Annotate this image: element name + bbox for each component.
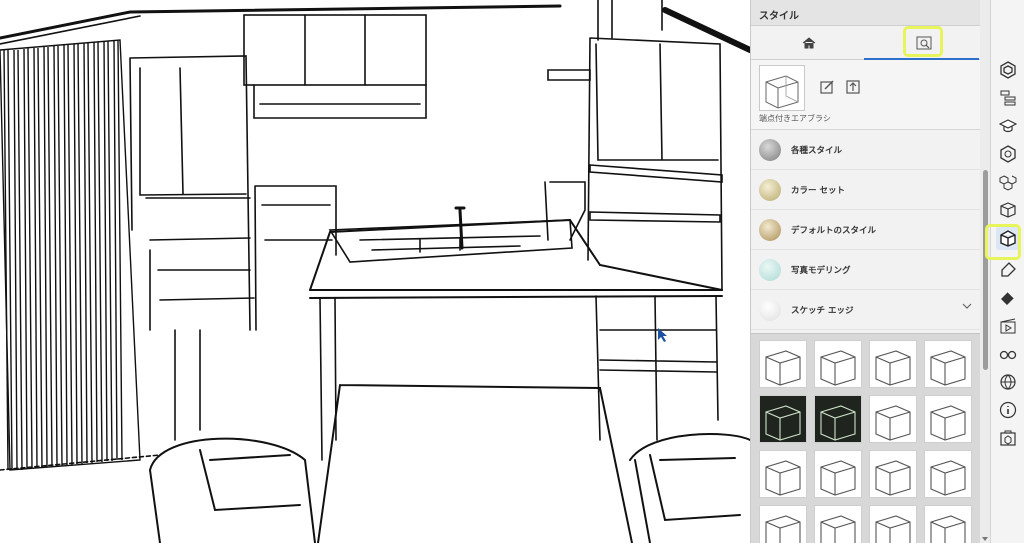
collection-label: デフォルトのスタイル — [791, 225, 877, 236]
collection-label: 各種スタイル — [791, 145, 843, 156]
info-icon[interactable] — [996, 398, 1020, 422]
style-thumbnail-grid — [751, 333, 980, 543]
style-thumbnail[interactable] — [869, 340, 917, 388]
browse-styles-icon — [916, 36, 931, 50]
tab-browse[interactable] — [866, 26, 980, 60]
scroll-down-arrow[interactable] — [982, 537, 988, 541]
collection-label: カラー セット — [791, 185, 845, 196]
style-thumbnail[interactable] — [814, 505, 862, 543]
styles-panel: スタイル 端点付きエアブラシ 各種スタイル カラー セット デフォルトのスタイル… — [750, 0, 980, 543]
shadows-icon[interactable] — [996, 370, 1020, 394]
style-thumbnail[interactable] — [924, 340, 972, 388]
chevron-down-icon[interactable] — [962, 303, 972, 309]
style-sphere-icon — [759, 138, 781, 161]
soften-edges-icon[interactable] — [996, 286, 1020, 310]
display-icon[interactable] — [996, 342, 1020, 366]
materials-icon[interactable] — [996, 170, 1020, 194]
style-thumbnail[interactable] — [869, 450, 917, 498]
default-style-icon — [759, 218, 781, 241]
outliner-icon[interactable] — [996, 86, 1020, 110]
style-thumbnail[interactable] — [924, 395, 972, 443]
export-style-icon[interactable] — [845, 79, 861, 95]
model-viewport[interactable] — [0, 0, 750, 543]
style-thumbnail[interactable] — [759, 505, 807, 543]
panel-title: スタイル — [751, 0, 980, 26]
panel-tabs — [751, 26, 980, 60]
collection-label: 写真モデリング — [791, 265, 851, 276]
color-set-icon — [759, 178, 781, 201]
collection-item[interactable]: デフォルトのスタイル — [751, 210, 980, 250]
tab-home[interactable] — [751, 26, 866, 60]
collection-label: スケッチ エッジ — [791, 305, 854, 316]
cube-preview-icon — [765, 75, 799, 109]
components-icon[interactable] — [996, 142, 1020, 166]
edit-style-icon[interactable] — [819, 79, 835, 95]
instructor-icon[interactable] — [996, 114, 1020, 138]
3d-warehouse-icon[interactable] — [996, 58, 1020, 82]
style-thumbnail[interactable] — [869, 395, 917, 443]
style-thumbnail[interactable] — [869, 505, 917, 543]
collection-item[interactable]: カラー セット — [751, 170, 980, 210]
collection-item[interactable]: 写真モデリング — [751, 250, 980, 290]
collection-item-expanded[interactable]: スケッチ エッジ — [751, 290, 980, 330]
tool-tray — [985, 0, 1024, 543]
sketch-edge-icon — [759, 298, 781, 321]
home-icon — [802, 37, 815, 49]
panel-scrollbar[interactable] — [980, 0, 990, 543]
kitchen-sketch-drawing — [0, 0, 750, 543]
style-thumbnail[interactable] — [759, 450, 807, 498]
style-thumbnail[interactable] — [924, 450, 972, 498]
style-thumbnail[interactable] — [814, 395, 862, 443]
current-style-section: 端点付きエアブラシ — [751, 60, 980, 130]
collection-item[interactable]: 各種スタイル — [751, 130, 980, 170]
entity-info-icon[interactable] — [996, 198, 1020, 222]
extension-icon[interactable] — [996, 426, 1020, 450]
tags-icon[interactable] — [996, 258, 1020, 282]
style-thumbnail[interactable] — [759, 395, 807, 443]
style-thumbnail[interactable] — [759, 340, 807, 388]
current-style-thumbnail[interactable] — [759, 65, 805, 111]
styles-icon[interactable] — [996, 226, 1020, 250]
scrollbar-thumb[interactable] — [983, 170, 988, 370]
app-window: スタイル 端点付きエアブラシ 各種スタイル カラー セット デフォルトのスタイル… — [0, 0, 1024, 543]
style-thumbnail[interactable] — [814, 450, 862, 498]
style-thumbnail[interactable] — [924, 505, 972, 543]
photo-modeling-icon — [759, 258, 781, 281]
style-thumbnail[interactable] — [814, 340, 862, 388]
current-style-name: 端点付きエアブラシ — [759, 114, 831, 123]
scenes-icon[interactable] — [996, 314, 1020, 338]
